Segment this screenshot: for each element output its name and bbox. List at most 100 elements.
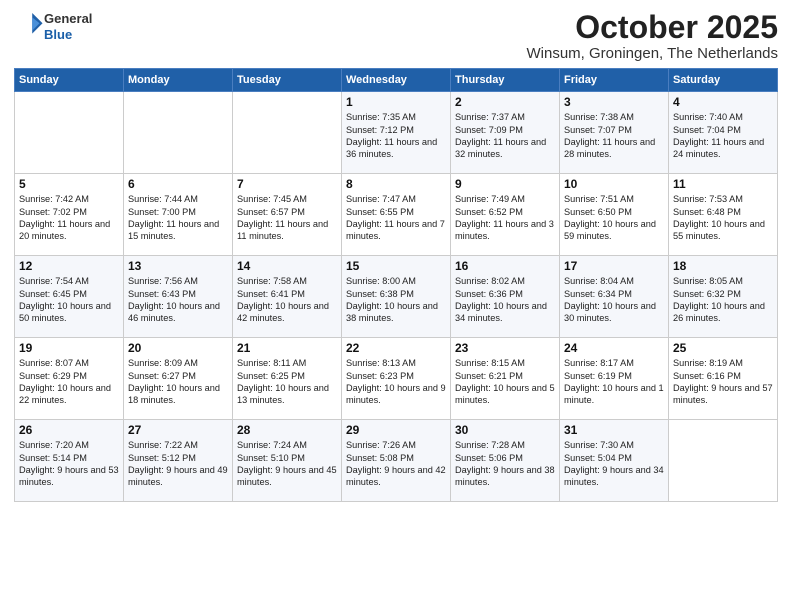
day-number: 11 (673, 177, 773, 191)
day-number: 25 (673, 341, 773, 355)
calendar-cell (233, 92, 342, 174)
calendar-cell: 23 Sunrise: 8:15 AM Sunset: 6:21 PM Dayli… (451, 338, 560, 420)
day-number: 27 (128, 423, 228, 437)
calendar-cell: 2 Sunrise: 7:37 AM Sunset: 7:09 PM Daylig… (451, 92, 560, 174)
day-number: 2 (455, 95, 555, 109)
calendar-cell: 4 Sunrise: 7:40 AM Sunset: 7:04 PM Daylig… (669, 92, 778, 174)
day-info: Sunrise: 7:28 AM Sunset: 5:06 PM Dayligh… (455, 439, 555, 489)
calendar-table: SundayMondayTuesdayWednesdayThursdayFrid… (14, 68, 778, 502)
day-number: 4 (673, 95, 773, 109)
location: Winsum, Groningen, The Netherlands (526, 45, 778, 62)
day-number: 19 (19, 341, 119, 355)
day-number: 23 (455, 341, 555, 355)
day-info: Sunrise: 8:00 AM Sunset: 6:38 PM Dayligh… (346, 275, 446, 325)
calendar-cell: 11Sunrise: 7:53 AM Sunset: 6:48 PM Dayli… (669, 174, 778, 256)
calendar-cell: 21 Sunrise: 8:11 AM Sunset: 6:25 PM Dayli… (233, 338, 342, 420)
logo: General Blue (14, 10, 92, 43)
calendar-cell: 28Sunrise: 7:24 AM Sunset: 5:10 PM Dayli… (233, 420, 342, 502)
day-number: 3 (564, 95, 664, 109)
title-block: October 2025 Winsum, Groningen, The Neth… (526, 10, 778, 62)
calendar-cell: 24 Sunrise: 8:17 AM Sunset: 6:19 PM Dayli… (560, 338, 669, 420)
calendar-cell: 19 Sunrise: 8:07 AM Sunset: 6:29 PM Dayli… (15, 338, 124, 420)
calendar-cell: 9 Sunrise: 7:49 AM Sunset: 6:52 PM Daylig… (451, 174, 560, 256)
day-info: Sunrise: 7:22 AM Sunset: 5:12 PM Dayligh… (128, 439, 228, 489)
day-info: Sunrise: 8:07 AM Sunset: 6:29 PM Dayligh… (19, 357, 119, 407)
day-info: Sunrise: 8:02 AM Sunset: 6:36 PM Dayligh… (455, 275, 555, 325)
day-number: 9 (455, 177, 555, 191)
day-info: Sunrise: 7:49 AM Sunset: 6:52 PM Dayligh… (455, 193, 555, 243)
day-info: Sunrise: 7:38 AM Sunset: 7:07 PM Dayligh… (564, 111, 664, 161)
dow-header: Sunday (15, 69, 124, 92)
page: General Blue October 2025 Winsum, Gronin… (0, 0, 792, 612)
month-title: October 2025 (526, 10, 778, 45)
day-number: 20 (128, 341, 228, 355)
day-info: Sunrise: 7:51 AM Sunset: 6:50 PM Dayligh… (564, 193, 664, 243)
day-info: Sunrise: 7:42 AM Sunset: 7:02 PM Dayligh… (19, 193, 119, 243)
calendar-cell: 29 Sunrise: 7:26 AM Sunset: 5:08 PM Dayli… (342, 420, 451, 502)
day-number: 26 (19, 423, 119, 437)
calendar-cell: 13Sunrise: 7:56 AM Sunset: 6:43 PM Dayli… (124, 256, 233, 338)
calendar-cell: 17 Sunrise: 8:04 AM Sunset: 6:34 PM Dayli… (560, 256, 669, 338)
calendar-week-row: 12 Sunrise: 7:54 AM Sunset: 6:45 PM Dayli… (15, 256, 778, 338)
day-info: Sunrise: 7:37 AM Sunset: 7:09 PM Dayligh… (455, 111, 555, 161)
dow-header: Thursday (451, 69, 560, 92)
calendar-cell: 26 Sunrise: 7:20 AM Sunset: 5:14 PM Dayli… (15, 420, 124, 502)
calendar-cell: 14Sunrise: 7:58 AM Sunset: 6:41 PM Dayli… (233, 256, 342, 338)
day-info: Sunrise: 7:54 AM Sunset: 6:45 PM Dayligh… (19, 275, 119, 325)
calendar-cell: 30 Sunrise: 7:28 AM Sunset: 5:06 PM Dayli… (451, 420, 560, 502)
calendar-week-row: 19 Sunrise: 8:07 AM Sunset: 6:29 PM Dayli… (15, 338, 778, 420)
day-info: Sunrise: 7:20 AM Sunset: 5:14 PM Dayligh… (19, 439, 119, 489)
calendar-cell: 22Sunrise: 8:13 AM Sunset: 6:23 PM Dayli… (342, 338, 451, 420)
calendar-week-row: 5 Sunrise: 7:42 AM Sunset: 7:02 PM Daylig… (15, 174, 778, 256)
day-info: Sunrise: 7:40 AM Sunset: 7:04 PM Dayligh… (673, 111, 773, 161)
calendar-cell: 12 Sunrise: 7:54 AM Sunset: 6:45 PM Dayli… (15, 256, 124, 338)
day-info: Sunrise: 8:11 AM Sunset: 6:25 PM Dayligh… (237, 357, 337, 407)
dow-header: Saturday (669, 69, 778, 92)
day-number: 21 (237, 341, 337, 355)
dow-header: Monday (124, 69, 233, 92)
day-number: 18 (673, 259, 773, 273)
day-info: Sunrise: 8:17 AM Sunset: 6:19 PM Dayligh… (564, 357, 664, 407)
day-number: 1 (346, 95, 446, 109)
day-info: Sunrise: 7:44 AM Sunset: 7:00 PM Dayligh… (128, 193, 228, 243)
calendar-body: 1Sunrise: 7:35 AM Sunset: 7:12 PM Daylig… (15, 92, 778, 502)
calendar-week-row: 26 Sunrise: 7:20 AM Sunset: 5:14 PM Dayli… (15, 420, 778, 502)
day-number: 31 (564, 423, 664, 437)
day-info: Sunrise: 8:09 AM Sunset: 6:27 PM Dayligh… (128, 357, 228, 407)
day-info: Sunrise: 8:13 AM Sunset: 6:23 PM Dayligh… (346, 357, 446, 407)
day-info: Sunrise: 8:15 AM Sunset: 6:21 PM Dayligh… (455, 357, 555, 407)
calendar-cell: 6Sunrise: 7:44 AM Sunset: 7:00 PM Daylig… (124, 174, 233, 256)
day-number: 16 (455, 259, 555, 273)
calendar-cell (124, 92, 233, 174)
header: General Blue October 2025 Winsum, Gronin… (14, 10, 778, 62)
day-number: 13 (128, 259, 228, 273)
logo-text: General Blue (44, 11, 92, 42)
calendar-cell (15, 92, 124, 174)
day-number: 12 (19, 259, 119, 273)
calendar-cell: 25 Sunrise: 8:19 AM Sunset: 6:16 PM Dayli… (669, 338, 778, 420)
day-info: Sunrise: 7:45 AM Sunset: 6:57 PM Dayligh… (237, 193, 337, 243)
day-info: Sunrise: 7:26 AM Sunset: 5:08 PM Dayligh… (346, 439, 446, 489)
day-number: 10 (564, 177, 664, 191)
calendar-cell (669, 420, 778, 502)
day-number: 5 (19, 177, 119, 191)
day-number: 29 (346, 423, 446, 437)
dow-header: Friday (560, 69, 669, 92)
day-number: 30 (455, 423, 555, 437)
day-info: Sunrise: 7:30 AM Sunset: 5:04 PM Dayligh… (564, 439, 664, 489)
calendar-cell: 3 Sunrise: 7:38 AM Sunset: 7:07 PM Daylig… (560, 92, 669, 174)
days-of-week-row: SundayMondayTuesdayWednesdayThursdayFrid… (15, 69, 778, 92)
day-number: 7 (237, 177, 337, 191)
day-number: 28 (237, 423, 337, 437)
calendar-cell: 15Sunrise: 8:00 AM Sunset: 6:38 PM Dayli… (342, 256, 451, 338)
day-info: Sunrise: 7:47 AM Sunset: 6:55 PM Dayligh… (346, 193, 446, 243)
calendar-cell: 5 Sunrise: 7:42 AM Sunset: 7:02 PM Daylig… (15, 174, 124, 256)
calendar-cell: 16 Sunrise: 8:02 AM Sunset: 6:36 PM Dayli… (451, 256, 560, 338)
dow-header: Tuesday (233, 69, 342, 92)
day-info: Sunrise: 8:04 AM Sunset: 6:34 PM Dayligh… (564, 275, 664, 325)
day-number: 17 (564, 259, 664, 273)
calendar-cell: 18Sunrise: 8:05 AM Sunset: 6:32 PM Dayli… (669, 256, 778, 338)
day-info: Sunrise: 8:19 AM Sunset: 6:16 PM Dayligh… (673, 357, 773, 407)
day-info: Sunrise: 7:58 AM Sunset: 6:41 PM Dayligh… (237, 275, 337, 325)
day-number: 24 (564, 341, 664, 355)
